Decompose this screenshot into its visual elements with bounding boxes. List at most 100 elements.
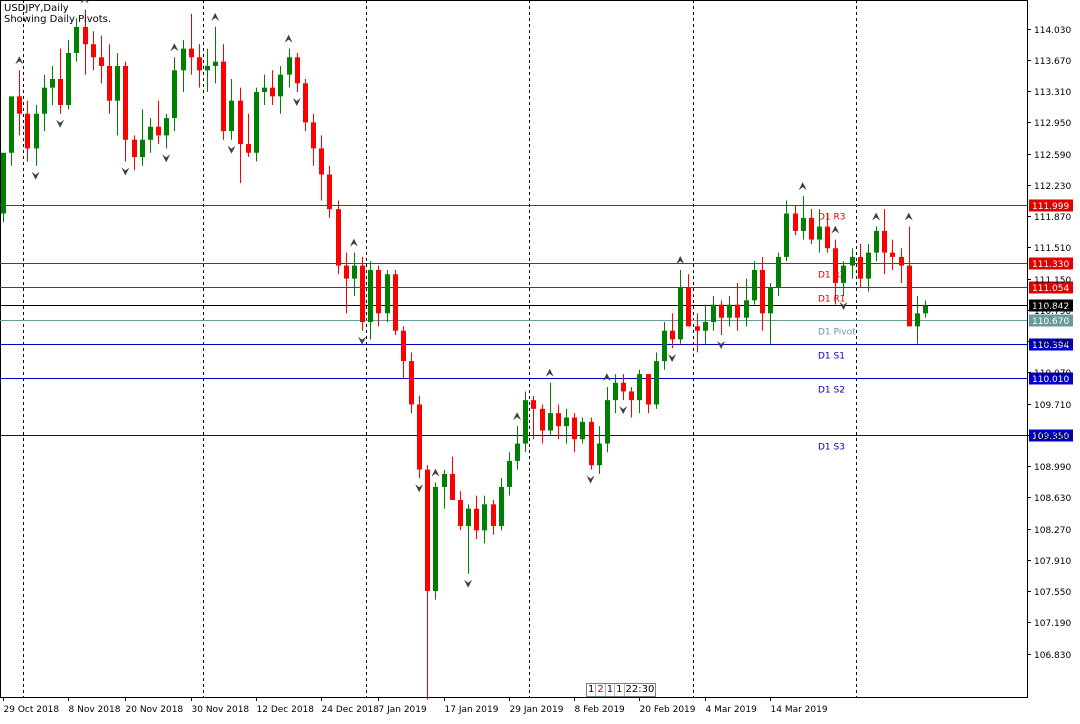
fractal-up-arrow-icon (349, 238, 358, 247)
candle-body (58, 78, 63, 106)
candle-body (752, 269, 757, 301)
price-tick-label: 108.630 (1034, 494, 1071, 504)
price-tick-label: 108.990 (1034, 463, 1071, 473)
candle-body (148, 126, 153, 140)
price-tick-label: 110.070 (1034, 369, 1071, 379)
candle-body (540, 408, 545, 431)
price-tick-label: 111.870 (1034, 213, 1071, 223)
candle-body (491, 504, 496, 527)
chart-svg: D1 R3111.999D1 R2111.330D1 R1111.054D1 P… (0, 0, 1073, 715)
fractal-up-arrow-icon (904, 212, 913, 221)
price-chart[interactable]: D1 R3 111.999 D1 R2 111.330 D1 R1 111.054 D1 P… (0, 0, 1080, 720)
candle-body (311, 122, 316, 149)
timeframe-box-item[interactable]: 1 (615, 684, 625, 696)
candle-body (221, 61, 226, 132)
candle-body (409, 361, 414, 405)
candle-body (637, 374, 642, 401)
time-tick-label: 29 Oct 2018 (4, 705, 60, 715)
candle-body (621, 382, 626, 392)
time-tick-label: 29 Jan 2019 (510, 705, 564, 715)
candle-body (115, 65, 120, 101)
candle-body (548, 413, 553, 431)
fractal-down-arrow-icon (358, 336, 367, 345)
candle-body (181, 48, 186, 71)
pivot-price-tag-text: 110.670 (1032, 317, 1069, 327)
candle-body (793, 213, 798, 231)
candle-body (360, 265, 365, 323)
candle-body (629, 391, 634, 401)
timeframe-box-item[interactable]: 1 (606, 684, 616, 696)
candle-body (784, 213, 789, 257)
candle-body (442, 473, 447, 487)
candle-body (246, 144, 251, 153)
fractal-down-arrow-icon (56, 119, 65, 128)
candle-body (189, 48, 194, 58)
candle-body (278, 74, 283, 97)
candle-body (866, 252, 871, 279)
candle-body (923, 305, 928, 314)
candle-body (744, 300, 749, 318)
candle-body (825, 226, 830, 249)
time-tick-label: 14 Mar 2019 (771, 705, 828, 715)
candle-body (841, 265, 846, 283)
fractal-up-arrow-icon (170, 43, 179, 52)
time-tick-label: 8 Nov 2018 (69, 705, 121, 715)
candle-body (458, 499, 463, 527)
candle-body (352, 265, 357, 279)
candle-body (172, 70, 177, 119)
price-tick-label: 114.030 (1034, 26, 1071, 36)
candle-body (140, 139, 145, 158)
price-tick-label: 110.790 (1034, 307, 1071, 317)
candle-body (874, 230, 879, 253)
candle-body (327, 174, 332, 210)
pivot-label: D1 S1 (818, 352, 845, 362)
candle-body (295, 57, 300, 84)
fractal-down-arrow-icon (415, 484, 424, 493)
fractal-up-arrow-icon (431, 468, 440, 477)
candle-body (556, 413, 561, 427)
candle-body (34, 113, 39, 149)
price-tick-label: 107.190 (1034, 619, 1071, 629)
timeframe-box-time: 22:30 (625, 684, 655, 695)
candle-body (670, 330, 675, 340)
candle-body (899, 256, 904, 266)
indicator-info: Showing Daily Pivots. (4, 14, 112, 25)
candle-body (344, 265, 349, 279)
candle-body (368, 269, 373, 323)
candle-body (213, 61, 218, 66)
pivot-price-tag-text: 111.999 (1032, 202, 1069, 212)
symbol-title: USDJPY,Daily (4, 3, 69, 14)
price-axis: 114.030 113.670 113.310 112.950 112.590 112.2… (1027, 26, 1071, 661)
fractal-down-arrow-icon (586, 475, 595, 484)
timeframe-box-item[interactable]: 1 (587, 684, 597, 696)
fractal-down-arrow-icon (619, 406, 628, 415)
period-separators (23, 0, 857, 697)
price-tick-label: 109.710 (1034, 401, 1071, 411)
candle-body (238, 100, 243, 145)
candle-body (531, 400, 536, 409)
fractal-down-arrow-icon (31, 171, 40, 180)
candle-body (695, 326, 700, 331)
candles (1, 9, 928, 700)
time-tick-label: 17 Jan 2019 (445, 705, 499, 715)
fractal-up-arrow-icon (211, 12, 220, 21)
candle-body (336, 209, 341, 266)
candle-body (882, 230, 887, 253)
timeframe-box[interactable]: 1 2 1 1 22:30 (586, 683, 657, 697)
pivot-label: D1 Pivot (818, 328, 856, 338)
candle-body (719, 304, 724, 318)
fractal-up-arrow-icon (284, 34, 293, 43)
candle-body (890, 252, 895, 257)
candle-body (662, 330, 667, 362)
fractal-down-arrow-icon (717, 341, 726, 350)
time-tick-label: 4 Mar 2019 (706, 705, 758, 715)
candle-body (466, 508, 471, 527)
candle-body (858, 256, 863, 279)
candle-body (597, 443, 602, 466)
price-tick-label: 107.550 (1034, 588, 1071, 598)
candle-body (817, 226, 822, 240)
fractal-up-arrow-icon (676, 255, 685, 264)
candle-body (205, 65, 210, 71)
timeframe-box-item[interactable]: 2 (596, 684, 606, 696)
pivot-label: D1 R1 (818, 295, 846, 305)
